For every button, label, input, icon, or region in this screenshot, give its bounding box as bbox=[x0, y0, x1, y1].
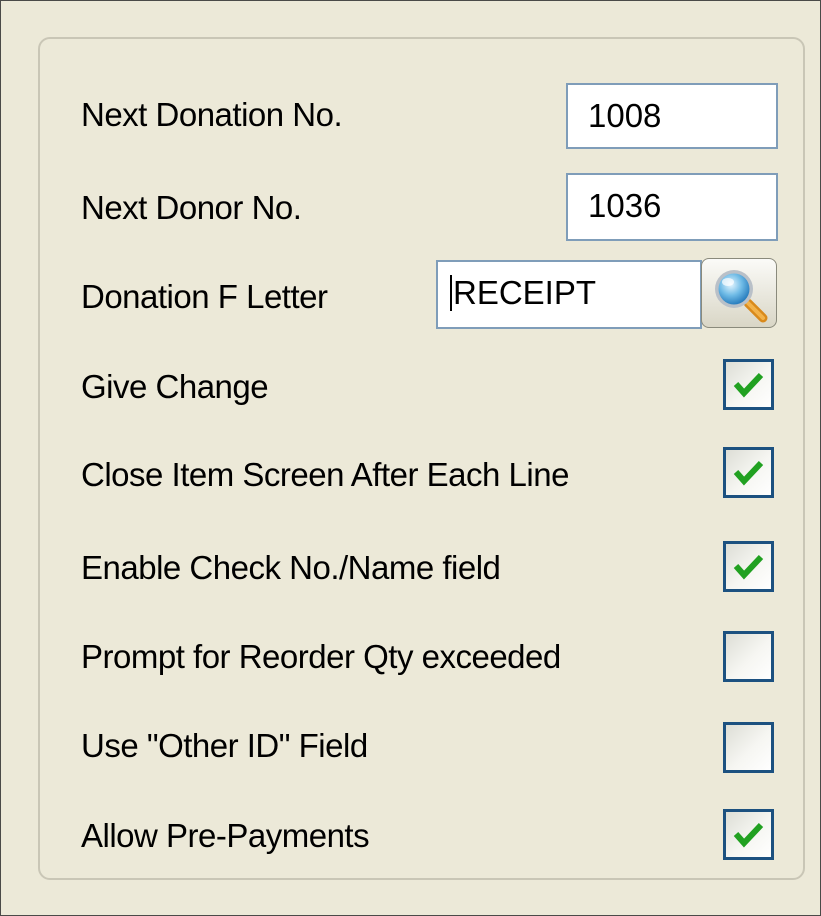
text-caret bbox=[450, 275, 452, 312]
allow-prepayments-checkbox[interactable] bbox=[723, 809, 774, 860]
settings-panel: Next Donation No. 1008 Next Donor No. 10… bbox=[0, 0, 821, 916]
allow-prepayments-label: Allow Pre-Payments bbox=[81, 817, 370, 854]
checkmark-icon bbox=[733, 554, 764, 580]
next-donation-value: 1008 bbox=[588, 97, 662, 134]
use-other-id-label: Use "Other ID" Field bbox=[81, 727, 368, 764]
checkmark-icon bbox=[733, 372, 764, 398]
prompt-reorder-qty-label: Prompt for Reorder Qty exceeded bbox=[81, 638, 561, 675]
enable-check-no-label: Enable Check No./Name field bbox=[81, 549, 501, 586]
give-change-checkbox[interactable] bbox=[723, 359, 774, 410]
donation-letter-label: Donation F Letter bbox=[81, 278, 328, 315]
next-donor-input[interactable]: 1036 bbox=[566, 173, 778, 241]
letter-lookup-button[interactable] bbox=[701, 258, 777, 328]
checkmark-icon bbox=[733, 460, 764, 486]
give-change-label: Give Change bbox=[81, 368, 269, 405]
checkmark-icon bbox=[733, 822, 764, 848]
donation-letter-value: RECEIPT bbox=[453, 274, 597, 311]
prompt-reorder-qty-checkbox[interactable] bbox=[723, 631, 774, 682]
donation-letter-input[interactable]: RECEIPT bbox=[436, 260, 702, 329]
close-item-screen-checkbox[interactable] bbox=[723, 447, 774, 498]
use-other-id-checkbox[interactable] bbox=[723, 722, 774, 773]
next-donation-input[interactable]: 1008 bbox=[566, 83, 778, 149]
close-item-screen-label: Close Item Screen After Each Line bbox=[81, 456, 569, 493]
next-donation-label: Next Donation No. bbox=[81, 96, 343, 133]
enable-check-no-checkbox[interactable] bbox=[723, 541, 774, 592]
next-donor-label: Next Donor No. bbox=[81, 189, 302, 226]
next-donor-value: 1036 bbox=[588, 187, 662, 224]
magnifier-icon bbox=[715, 270, 768, 323]
